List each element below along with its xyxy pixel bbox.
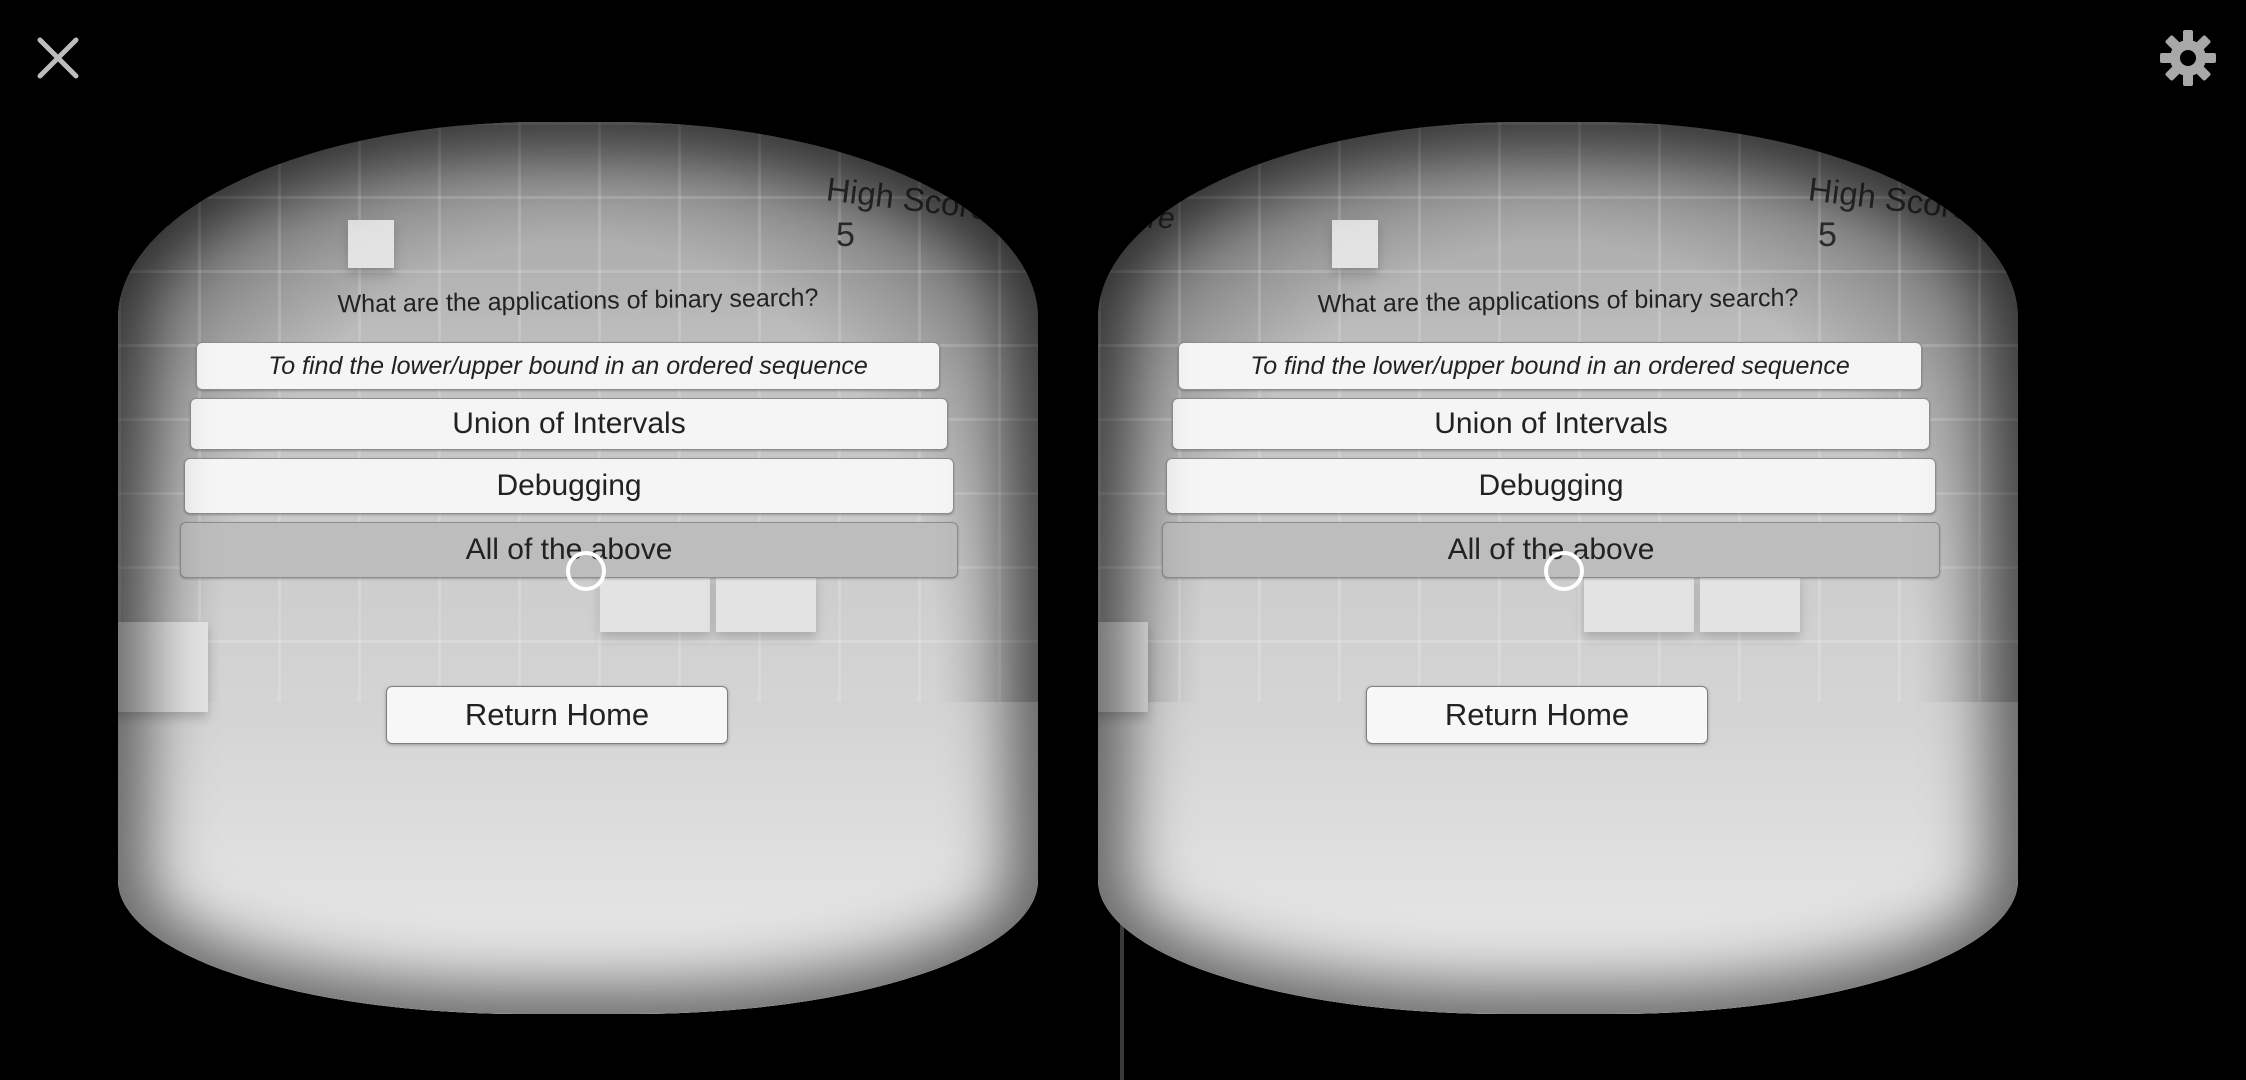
- high-score-value: 5: [1818, 216, 1837, 254]
- gaze-reticle: [1544, 551, 1584, 591]
- answer-option-2[interactable]: Union of Intervals: [1172, 398, 1930, 450]
- gaze-reticle: [566, 551, 606, 591]
- answer-option-label: Debugging: [496, 469, 642, 502]
- floating-cube: [348, 220, 394, 268]
- floor: [1098, 702, 2018, 1014]
- answer-option-2[interactable]: Union of Intervals: [190, 398, 948, 450]
- answer-option-3[interactable]: Debugging: [184, 458, 954, 514]
- return-home-button[interactable]: Return Home: [386, 686, 728, 744]
- wall-cube: [118, 622, 208, 712]
- gear-icon: [2160, 30, 2216, 86]
- answer-option-label: To find the lower/upper bound in an orde…: [1250, 352, 1850, 380]
- floor: [118, 702, 1038, 1014]
- close-button[interactable]: [30, 30, 86, 86]
- return-home-button[interactable]: Return Home: [1366, 686, 1708, 744]
- score-label: re: [1148, 202, 1175, 235]
- wall-cube: [1700, 574, 1800, 632]
- wall-cube: [1584, 574, 1694, 632]
- settings-button[interactable]: [2156, 26, 2220, 90]
- close-icon: [37, 37, 79, 79]
- answer-option-label: Debugging: [1478, 469, 1624, 502]
- wall-cube: [600, 574, 710, 632]
- answer-option-label: To find the lower/upper bound in an orde…: [268, 352, 868, 380]
- right-eye-view: re High Score 5 What are the application…: [1098, 122, 2018, 1014]
- wall-cube: [716, 574, 816, 632]
- answer-option-1[interactable]: To find the lower/upper bound in an orde…: [1178, 342, 1922, 390]
- floating-cube: [1332, 220, 1378, 268]
- left-eye-view: re High Score 5 What are the application…: [118, 122, 1038, 1014]
- answer-option-label: Union of Intervals: [1434, 407, 1668, 440]
- answer-option-label: Union of Intervals: [452, 407, 686, 440]
- vr-stereo-view: re High Score 5 What are the application…: [0, 0, 2246, 1080]
- answer-option-3[interactable]: Debugging: [1166, 458, 1936, 514]
- high-score-value: 5: [836, 216, 855, 254]
- wall-cube: [1098, 622, 1148, 712]
- answer-option-1[interactable]: To find the lower/upper bound in an orde…: [196, 342, 940, 390]
- score-label: re: [148, 200, 175, 233]
